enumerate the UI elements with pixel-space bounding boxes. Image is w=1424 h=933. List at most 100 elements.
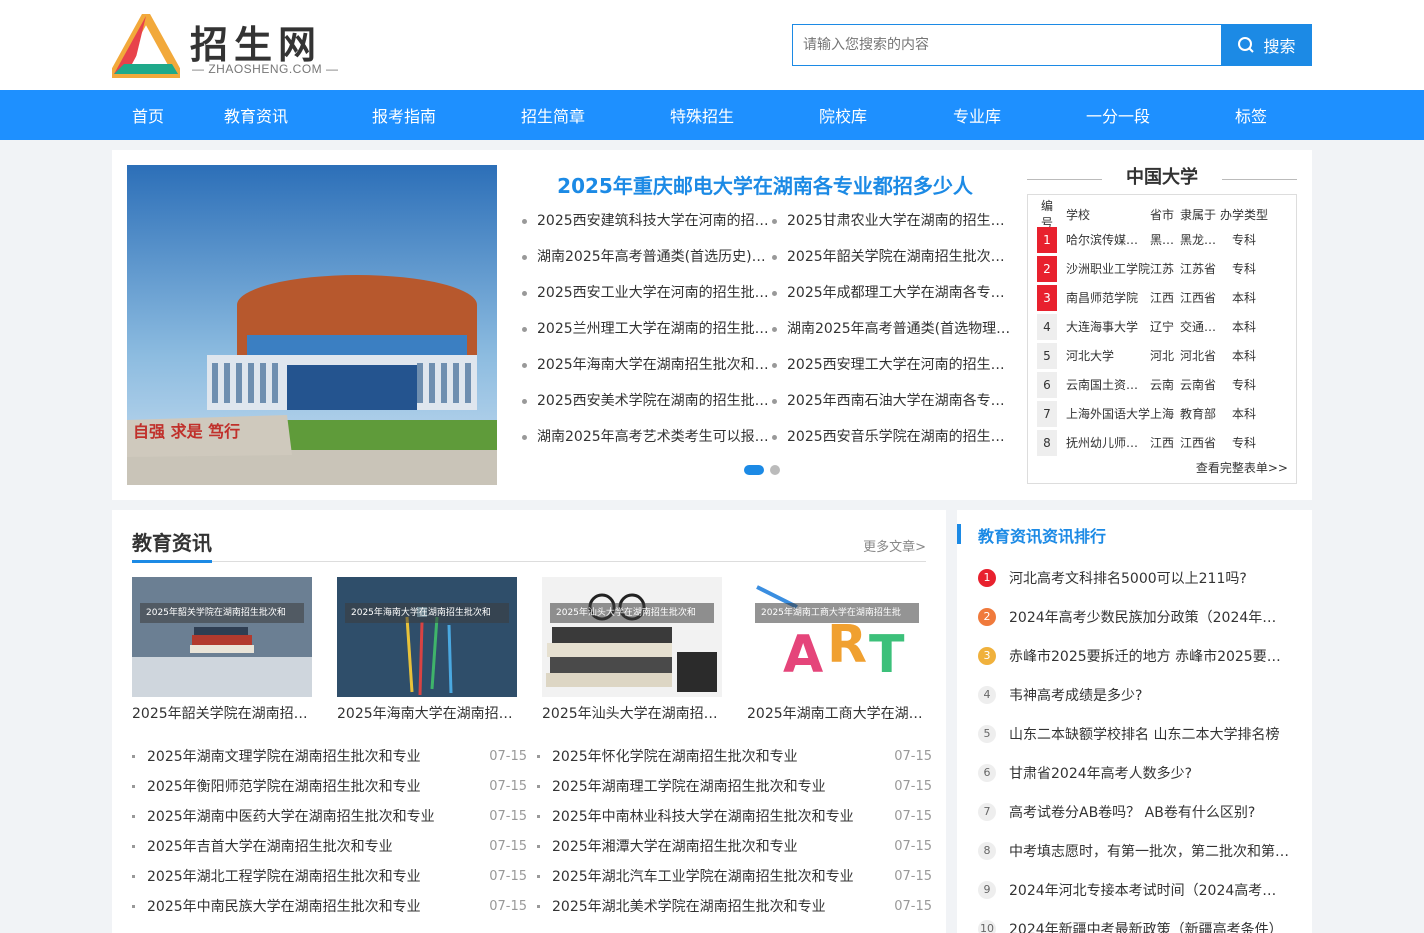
rank-item[interactable]: 1 河北高考文科排名5000可以上211吗?	[957, 558, 1312, 597]
list-item[interactable]: 2025西安工业大学在河南的招生批次和专业	[522, 280, 772, 316]
thumbnail-image[interactable]: A R T 2025年湖南工商大学在湖南招生批	[747, 577, 927, 697]
article-title[interactable]: 2025年吉首大学在湖南招生批次和专业	[147, 836, 481, 856]
nav-item-tags[interactable]: 标签	[1190, 103, 1312, 127]
list-item[interactable]: 2025年海南大学在湖南招生批次和专业	[522, 352, 772, 388]
university-name[interactable]: 抚州幼儿师范高等专科学校	[1058, 434, 1150, 451]
nav-item-admission-brochure[interactable]: 招生简章	[480, 103, 626, 127]
list-item[interactable]: 2025兰州理工大学在湖南的招生批次和专业	[522, 316, 772, 352]
rank-item[interactable]: 8 中考填志愿时，有第一批次，第二批次和第三批次	[957, 831, 1312, 870]
thumbnail-card[interactable]: 2025年韶关学院在湖南招生批次和 2025年韶关学院在湖南招生批次和专业	[132, 577, 312, 723]
rank-item[interactable]: 2 2024年高考少数民族加分政策（2024年高考加分政策）	[957, 597, 1312, 636]
rank-title[interactable]: 2024年河北专接本考试时间（2024高考报名时间）	[1009, 880, 1289, 900]
article-title[interactable]: 2025年湖北工程学院在湖南招生批次和专业	[147, 866, 481, 886]
rank-title[interactable]: 山东二本缺额学校排名 山东二本大学排名榜	[1009, 724, 1289, 744]
table-row[interactable]: 7 上海外国语大学 上海 教育部 本科	[1036, 399, 1288, 428]
carousel-dot-active[interactable]	[744, 465, 764, 475]
table-row[interactable]: 6 云南国土资源职业学院 云南 云南省 专科	[1036, 370, 1288, 399]
university-name[interactable]: 沙洲职业工学院	[1058, 260, 1150, 277]
rank-title[interactable]: 甘肃省2024年高考人数多少?	[1009, 763, 1289, 783]
list-item[interactable]: 2025年衡阳师范学院在湖南招生批次和专业 07-15	[132, 771, 527, 801]
rank-title[interactable]: 2024年高考少数民族加分政策（2024年高考加分政策）	[1009, 607, 1289, 627]
thumbnail-card[interactable]: A R T 2025年湖南工商大学在湖南招生批 2025年湖南工商大学在湖南招生…	[747, 577, 927, 723]
thumbnail-title[interactable]: 2025年韶关学院在湖南招生批次和专业	[132, 703, 312, 723]
list-item[interactable]: 2025西安建筑科技大学在河南的招生批次和专业	[522, 208, 772, 244]
nav-item-special-admission[interactable]: 特殊招生	[626, 103, 778, 127]
list-item[interactable]: 湖南2025年高考普通类(首选历史)投档线	[522, 244, 772, 280]
list-item[interactable]: 2025年韶关学院在湖南招生批次和专业	[772, 244, 1012, 280]
list-item[interactable]: 2025年湖南中医药大学在湖南招生批次和专业 07-15	[132, 801, 527, 831]
article-title[interactable]: 2025年湘潭大学在湖南招生批次和专业	[552, 836, 886, 856]
nav-item-education-news[interactable]: 教育资讯	[184, 103, 328, 127]
list-item[interactable]: 2025年湖南理工学院在湖南招生批次和专业 07-15	[537, 771, 932, 801]
university-name[interactable]: 云南国土资源职业学院	[1058, 376, 1150, 393]
table-row[interactable]: 4 大连海事大学 辽宁 交通运输部 本科	[1036, 312, 1288, 341]
table-row[interactable]: 1 哈尔滨传媒职业学院 黑龙江 黑龙江省 专科	[1036, 225, 1288, 254]
list-item[interactable]: 2025年中南林业科技大学在湖南招生批次和专业 07-15	[537, 801, 932, 831]
rank-title[interactable]: 赤峰市2025要拆迁的地方 赤峰市2025要拆迁的地方有哪些	[1009, 646, 1289, 666]
list-item[interactable]: 2025年怀化学院在湖南招生批次和专业 07-15	[537, 741, 932, 771]
thumbnail-card[interactable]: 2025年海南大学在湖南招生批次和 2025年海南大学在湖南招生批次和专业	[337, 577, 517, 723]
thumbnail-card[interactable]: 2025年汕头大学在湖南招生批次和 2025年汕头大学在湖南招生批次和专业	[542, 577, 722, 723]
list-item[interactable]: 湖南2025年高考艺术类考生可以报考哪些学校	[522, 424, 772, 460]
article-title[interactable]: 2025年中南民族大学在湖南招生批次和专业	[147, 896, 481, 916]
list-item[interactable]: 2025年成都理工大学在湖南各专业都招多少人	[772, 280, 1012, 316]
list-item[interactable]: 2025西安理工大学在河南的招生批次和专业	[772, 352, 1012, 388]
search-input[interactable]	[792, 24, 1221, 66]
thumbnail-image[interactable]: 2025年韶关学院在湖南招生批次和	[132, 577, 312, 697]
headline-link[interactable]: 2025年重庆邮电大学在湖南各专业都招多少人	[520, 170, 1010, 199]
list-item[interactable]: 2025年湖北美术学院在湖南招生批次和专业 07-15	[537, 891, 932, 921]
list-item[interactable]: 2025年湖北汽车工业学院在湖南招生批次和专业 07-15	[537, 861, 932, 891]
list-item[interactable]: 2025年西南石油大学在湖南各专业都招多少人	[772, 388, 1012, 424]
article-title[interactable]: 2025年湖北美术学院在湖南招生批次和专业	[552, 896, 886, 916]
rank-item[interactable]: 5 山东二本缺额学校排名 山东二本大学排名榜	[957, 714, 1312, 753]
university-name[interactable]: 南昌师范学院	[1058, 289, 1150, 306]
thumbnail-title[interactable]: 2025年海南大学在湖南招生批次和专业	[337, 703, 517, 723]
university-name[interactable]: 上海外国语大学	[1058, 405, 1150, 422]
thumbnail-title[interactable]: 2025年汕头大学在湖南招生批次和专业	[542, 703, 722, 723]
nav-item-application-guide[interactable]: 报考指南	[328, 103, 480, 127]
thumbnail-image[interactable]: 2025年海南大学在湖南招生批次和	[337, 577, 517, 697]
rank-item[interactable]: 6 甘肃省2024年高考人数多少?	[957, 753, 1312, 792]
article-title[interactable]: 2025年湖南中医药大学在湖南招生批次和专业	[147, 806, 481, 826]
list-item[interactable]: 2025西安音乐学院在湖南的招生批次和专业	[772, 424, 1012, 460]
rank-item[interactable]: 10 2024年新疆中考最新政策（新疆高考条件）	[957, 909, 1312, 933]
university-name[interactable]: 哈尔滨传媒职业学院	[1058, 231, 1150, 248]
article-title[interactable]: 2025年中南林业科技大学在湖南招生批次和专业	[552, 806, 886, 826]
carousel-dot[interactable]	[770, 465, 780, 475]
university-name[interactable]: 河北大学	[1058, 347, 1150, 364]
thumbnail-image[interactable]: 2025年汕头大学在湖南招生批次和	[542, 577, 722, 697]
nav-item-home[interactable]: 首页	[112, 103, 184, 127]
table-row[interactable]: 2 沙洲职业工学院 江苏 江苏省 专科	[1036, 254, 1288, 283]
article-title[interactable]: 2025年湖北汽车工业学院在湖南招生批次和专业	[552, 866, 886, 886]
list-item[interactable]: 2025年湖北工程学院在湖南招生批次和专业 07-15	[132, 861, 527, 891]
rank-title[interactable]: 韦神高考成绩是多少?	[1009, 685, 1289, 705]
table-row[interactable]: 8 抚州幼儿师范高等专科学校 江西 江西省 专科	[1036, 428, 1288, 457]
article-title[interactable]: 2025年怀化学院在湖南招生批次和专业	[552, 746, 886, 766]
list-item[interactable]: 湖南2025年高考普通类(首选物理)投档线	[772, 316, 1012, 352]
thumbnail-title[interactable]: 2025年湖南工商大学在湖南招生批次和专业	[747, 703, 927, 723]
article-title[interactable]: 2025年衡阳师范学院在湖南招生批次和专业	[147, 776, 481, 796]
list-item[interactable]: 2025年吉首大学在湖南招生批次和专业 07-15	[132, 831, 527, 861]
rank-title[interactable]: 河北高考文科排名5000可以上211吗?	[1009, 568, 1289, 588]
table-row[interactable]: 5 河北大学 河北 河北省 本科	[1036, 341, 1288, 370]
rank-item[interactable]: 3 赤峰市2025要拆迁的地方 赤峰市2025要拆迁的地方有哪些	[957, 636, 1312, 675]
university-name[interactable]: 大连海事大学	[1058, 318, 1150, 335]
list-item[interactable]: 2025年湖南文理学院在湖南招生批次和专业 07-15	[132, 741, 527, 771]
banner-image[interactable]: 自强 求是 笃行	[127, 165, 497, 485]
nav-item-major-library[interactable]: 专业库	[908, 103, 1046, 127]
more-articles-link[interactable]: 更多文章>	[863, 536, 926, 555]
article-title[interactable]: 2025年湖南文理学院在湖南招生批次和专业	[147, 746, 481, 766]
nav-item-university-library[interactable]: 院校库	[778, 103, 908, 127]
rank-item[interactable]: 9 2024年河北专接本考试时间（2024高考报名时间）	[957, 870, 1312, 909]
nav-item-score-segment[interactable]: 一分一段	[1046, 103, 1190, 127]
list-item[interactable]: 2025甘肃农业大学在湖南的招生批次和专业	[772, 208, 1012, 244]
article-title[interactable]: 2025年湖南理工学院在湖南招生批次和专业	[552, 776, 886, 796]
site-logo[interactable]: 招生网 — ZHAOSHENG.COM —	[112, 12, 342, 80]
rank-title[interactable]: 2024年新疆中考最新政策（新疆高考条件）	[1009, 919, 1289, 933]
list-item[interactable]: 2025西安美术学院在湖南的招生批次和专业	[522, 388, 772, 424]
rank-item[interactable]: 4 韦神高考成绩是多少?	[957, 675, 1312, 714]
rank-item[interactable]: 7 高考试卷分AB卷吗？ AB卷有什么区别?	[957, 792, 1312, 831]
list-item[interactable]: 2025年中南民族大学在湖南招生批次和专业 07-15	[132, 891, 527, 921]
rank-title[interactable]: 中考填志愿时，有第一批次，第二批次和第三批次	[1009, 841, 1289, 861]
list-item[interactable]: 2025年湘潭大学在湖南招生批次和专业 07-15	[537, 831, 932, 861]
